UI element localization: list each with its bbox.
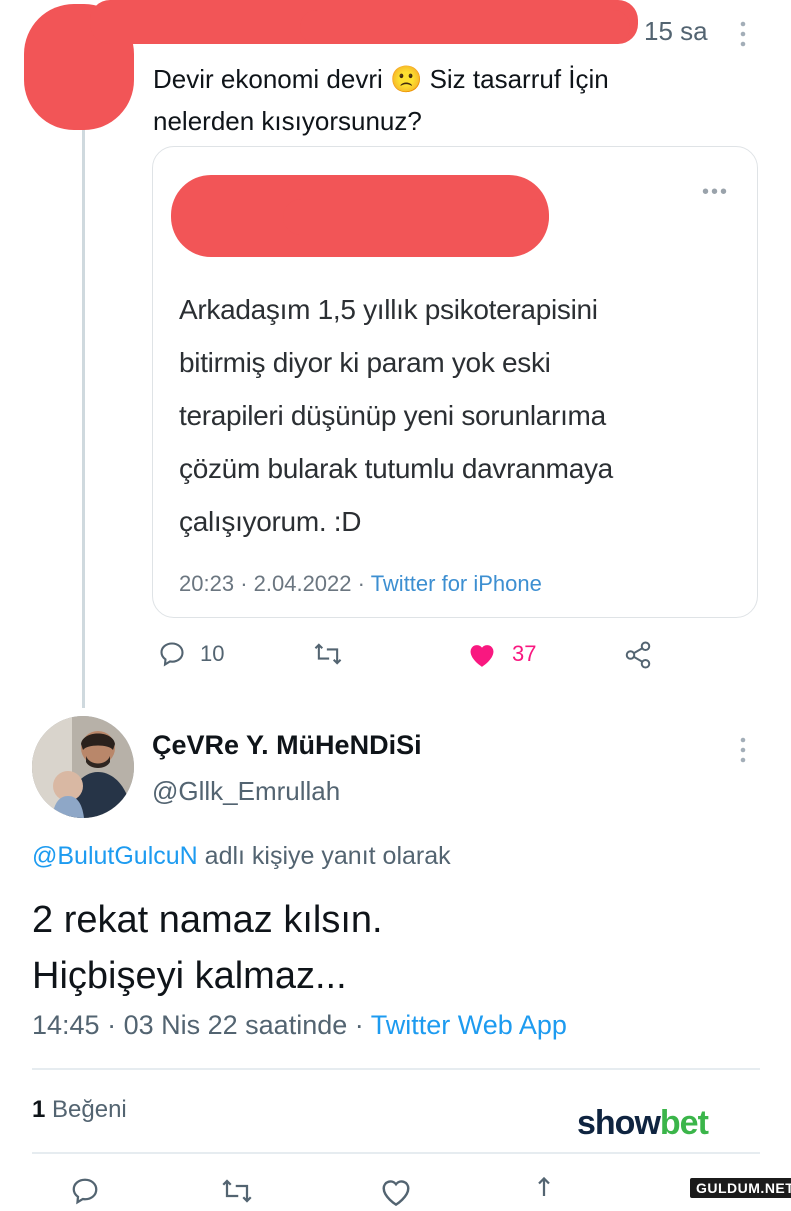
quote-date: 2.04.2022 [253, 571, 352, 596]
reply-count: 10 [200, 641, 225, 666]
reply-text-line2: Hiçbişeyi kalmaz... [32, 955, 347, 997]
tweet-text: Devir ekonomi devri 🙁 Siz tasarruf İçin … [153, 58, 753, 142]
user-handle[interactable]: @Gllk_Emrullah [152, 776, 340, 807]
reply-date: 03 Nis 22 saatinde [123, 1010, 348, 1040]
likes-stat[interactable]: 1 Beğeni [32, 1096, 127, 1124]
reply-icon[interactable] [68, 1176, 102, 1211]
quote-line: bitirmiş diyor ki param yok eski [179, 347, 551, 378]
retweet-action[interactable] [312, 640, 358, 668]
reply-mention-link[interactable]: @BulutGulcuN [32, 842, 198, 870]
quoted-tweet-meta: 20:23 · 2.04.2022 · Twitter for iPhone [179, 571, 542, 596]
tweet-time: 15 sa [644, 16, 708, 46]
reply-icon [160, 642, 184, 667]
reply-time: 14:45 [32, 1010, 100, 1040]
reply-text-line1: 2 rekat namaz kılsın. [32, 899, 383, 941]
share-icon [625, 641, 651, 669]
reply-tweet-meta: 14:45 · 03 Nis 22 saatinde · Twitter Web… [32, 1010, 567, 1040]
redacted-quote-author-2 [283, 199, 549, 235]
replying-to: @BulutGulcuN adlı kişiye yanıt olarak [32, 842, 451, 871]
tweet-text-line2: nelerden kısıyorsunuz? [153, 106, 422, 136]
quote-line: çözüm bularak tutumlu davranmaya [179, 453, 613, 484]
likes-count: 1 [32, 1096, 46, 1123]
divider [32, 1068, 760, 1070]
retweet-icon[interactable] [218, 1176, 256, 1211]
like-count: 37 [512, 641, 537, 666]
like-action[interactable]: 37 [466, 640, 536, 668]
heart-icon[interactable] [378, 1176, 414, 1211]
heart-icon [470, 645, 494, 667]
quote-source-link[interactable]: Twitter for iPhone [371, 571, 542, 596]
reply-source-link[interactable]: Twitter Web App [371, 1010, 567, 1040]
likes-label: Beğeni [52, 1096, 127, 1123]
quote-line: çalışıyorum. :D [179, 506, 362, 537]
more-options-icon[interactable] [738, 20, 748, 48]
reply-action[interactable]: 10 [158, 640, 224, 668]
quoted-tweet-text: Arkadaşım 1,5 yıllık psikoterapisini bit… [179, 283, 739, 548]
ellipsis-icon[interactable]: ••• [702, 181, 729, 204]
showbet-part1: show [577, 1104, 661, 1142]
reply-tweet-text: 2 rekat namaz kılsın. Hiçbişeyi kalmaz..… [32, 892, 383, 1004]
avatar[interactable] [32, 716, 134, 818]
site-watermark: GULDUM.NET [690, 1178, 791, 1198]
share-icon[interactable] [534, 1176, 554, 1211]
tweet-text-line1: Devir ekonomi devri 🙁 Siz tasarruf İçin [153, 64, 609, 94]
more-options-icon[interactable] [738, 736, 748, 769]
divider [32, 1152, 760, 1154]
redacted-name-bar-2 [300, 10, 630, 44]
quoted-tweet-card[interactable]: ••• Arkadaşım 1,5 yıllık psikoterapisini… [152, 146, 758, 618]
showbet-watermark: showbet [577, 1104, 709, 1143]
share-action[interactable] [622, 640, 654, 670]
retweet-icon [314, 643, 342, 665]
thread-line [82, 108, 85, 708]
showbet-part2: bet [659, 1104, 709, 1142]
quote-line: Arkadaşım 1,5 yıllık psikoterapisini [179, 294, 598, 325]
quote-time: 20:23 [179, 571, 235, 596]
reply-to-suffix: adlı kişiye yanıt olarak [197, 842, 451, 870]
quote-line: terapileri düşünüp yeni sorunlarıma [179, 400, 606, 431]
display-name[interactable]: ÇeVRe Y. MüHeNDiSi [152, 730, 422, 761]
